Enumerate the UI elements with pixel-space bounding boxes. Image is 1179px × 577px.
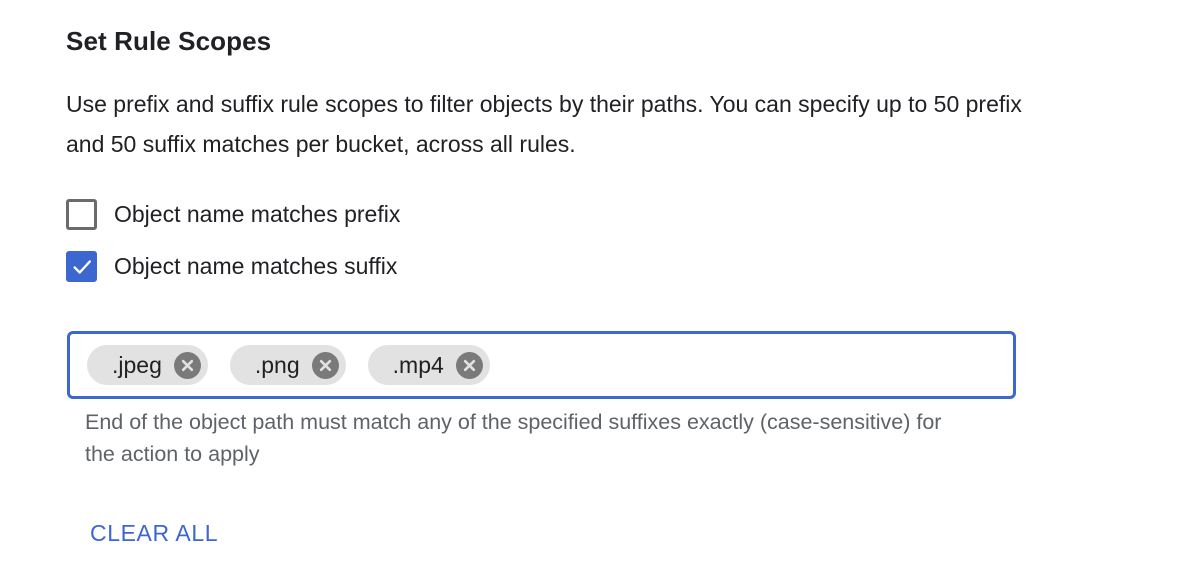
chip-jpeg[interactable]: .jpeg: [87, 345, 208, 385]
prefix-checkbox-label: Object name matches prefix: [114, 201, 401, 227]
close-circle-icon[interactable]: [173, 351, 201, 379]
chip-label: .jpeg: [112, 351, 162, 378]
check-icon: [72, 259, 91, 274]
rule-scopes-panel: Set Rule Scopes Use prefix and suffix ru…: [0, 0, 1179, 577]
clear-all-button[interactable]: CLEAR ALL: [90, 520, 218, 547]
suffix-option[interactable]: Object name matches suffix: [66, 251, 397, 282]
chip-mp4[interactable]: .mp4: [367, 345, 490, 385]
suffix-chip-input[interactable]: .jpeg .png .mp4: [67, 331, 1016, 399]
suffix-text-input[interactable]: [511, 345, 1013, 385]
prefix-option[interactable]: Object name matches prefix: [66, 199, 400, 230]
chip-label: .mp4: [392, 351, 444, 378]
close-circle-icon[interactable]: [455, 351, 483, 379]
section-description: Use prefix and suffix rule scopes to fil…: [66, 91, 1022, 157]
section-title: Set Rule Scopes: [66, 26, 272, 56]
prefix-checkbox[interactable]: [66, 199, 97, 230]
chip-png[interactable]: .png: [229, 345, 346, 385]
suffix-hint-text: End of the object path must match any of…: [85, 410, 942, 466]
suffix-checkbox[interactable]: [66, 251, 97, 282]
close-circle-icon[interactable]: [311, 351, 339, 379]
chip-label: .png: [254, 351, 300, 378]
suffix-checkbox-label: Object name matches suffix: [114, 253, 398, 279]
